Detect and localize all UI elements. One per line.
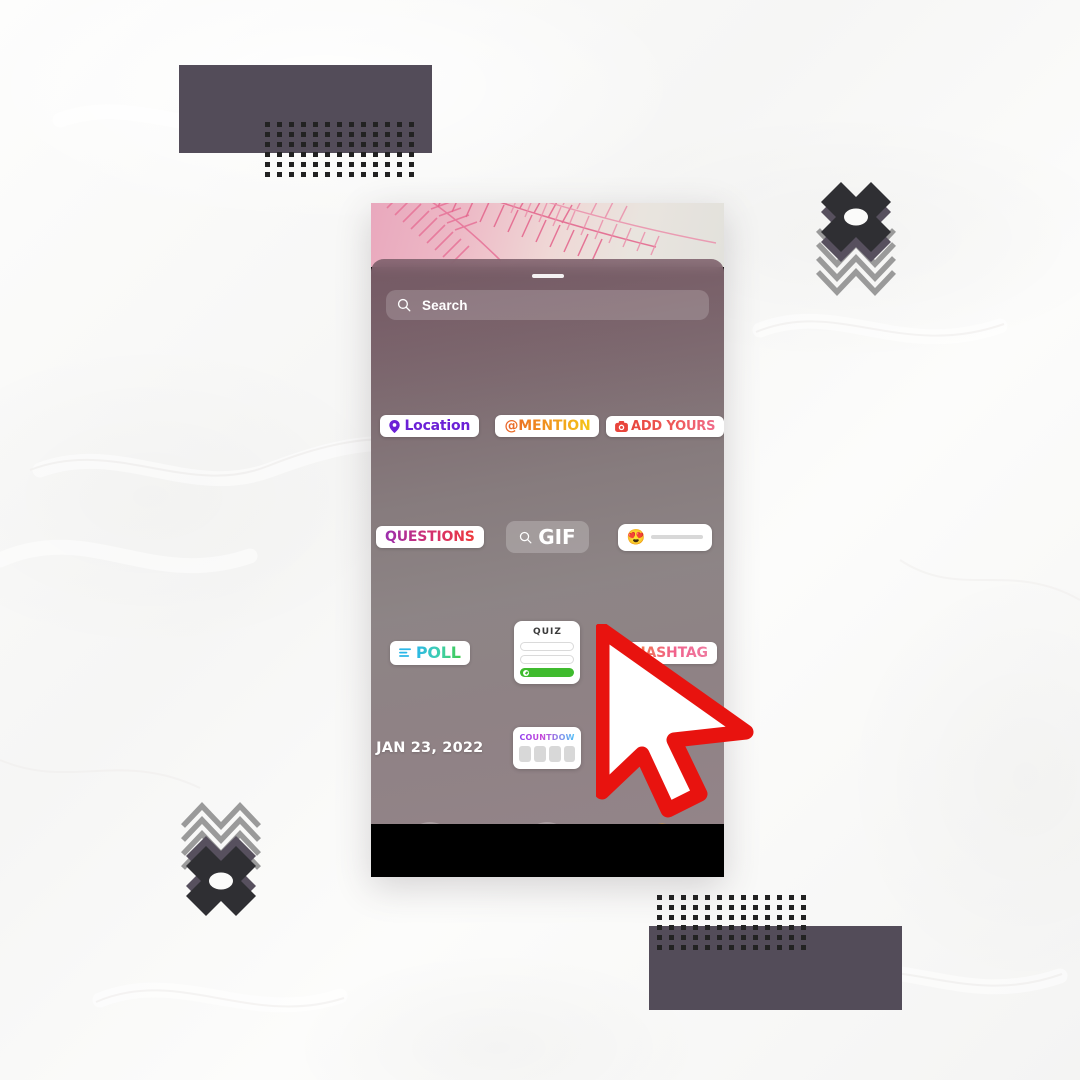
sticker-cell: JAN 23, 2022 <box>371 740 489 756</box>
check-icon <box>523 669 530 676</box>
sticker-mention[interactable]: @MENTION <box>495 415 600 437</box>
sticker-row-3: POLL QUIZ #HASHTAG <box>371 621 724 684</box>
countdown-digit-box <box>548 746 561 762</box>
countdown-digit-boxes <box>519 746 576 762</box>
sticker-cell: @MENTION <box>489 415 607 437</box>
sticker-row-4: JAN 23, 2022 COUNTDOWN <box>371 727 724 769</box>
sticker-cell: POLL <box>371 640 489 665</box>
canvas: Search Location @MENTION ADD YOURS QUEST… <box>0 0 1080 1080</box>
sticker-row-2: QUESTIONS GIF 😍 <box>371 521 724 553</box>
decor-dot-grid-top-left <box>265 122 414 177</box>
sticker-questions-label: QUESTIONS <box>385 529 475 545</box>
emoji-slider-track[interactable] <box>651 535 704 539</box>
heart-eyes-emoji-icon: 😍 <box>626 528 646 546</box>
sticker-quiz[interactable]: QUIZ <box>514 621 581 684</box>
decor-zigzag-x-top-right <box>816 182 896 296</box>
poll-bars-icon <box>398 648 411 657</box>
sticker-emoji-slider[interactable]: 😍 <box>617 523 713 551</box>
sticker-mention-label: @MENTION <box>504 418 591 434</box>
sticker-gif-label: GIF <box>538 525 576 549</box>
sticker-tray-sheet: Search Location @MENTION ADD YOURS QUEST… <box>371 259 724 869</box>
sticker-quiz-title: QUIZ <box>533 627 562 637</box>
countdown-digit-box <box>534 746 546 762</box>
quiz-option-row[interactable] <box>520 642 575 651</box>
sticker-add-yours[interactable]: ADD YOURS <box>605 415 724 437</box>
search-icon <box>397 298 411 312</box>
sticker-poll-label: POLL <box>415 642 461 662</box>
search-icon <box>520 531 532 543</box>
quiz-option-row[interactable] <box>520 655 575 664</box>
sticker-location-label: Location <box>404 418 471 434</box>
camera-icon <box>615 420 628 432</box>
sticker-hashtag-label: #HASHTAG <box>622 644 708 661</box>
sticker-cell: GIF <box>489 521 607 553</box>
sticker-countdown[interactable]: COUNTDOWN <box>513 727 582 769</box>
countdown-digit-box <box>519 746 532 762</box>
sticker-cell: COUNTDOWN <box>489 727 607 769</box>
decor-zigzag-x-bottom-left <box>181 802 261 916</box>
countdown-digit-box <box>563 746 576 762</box>
search-placeholder-text: Search <box>422 297 468 313</box>
sticker-row-1: Location @MENTION ADD YOURS <box>371 415 724 437</box>
location-pin-icon <box>389 419 401 433</box>
decor-dot-grid-bottom-right <box>657 895 806 950</box>
sticker-cell: ADD YOURS <box>605 415 724 437</box>
sticker-cell: 😍 <box>606 523 724 551</box>
sticker-countdown-title: COUNTDOWN <box>519 733 582 742</box>
phone-screenshot: Search Location @MENTION ADD YOURS QUEST… <box>371 203 724 877</box>
sticker-cell: #HASHTAG <box>606 641 724 664</box>
phone-black-bottom-bar <box>371 824 724 877</box>
search-input[interactable]: Search <box>386 290 709 320</box>
sticker-add-yours-label: ADD YOURS <box>630 418 716 434</box>
sticker-cell: Location <box>371 415 489 437</box>
palm-frond-icon <box>510 203 717 256</box>
story-background-photo <box>371 203 724 267</box>
sticker-cell: QUESTIONS <box>371 526 489 548</box>
quiz-correct-option-row[interactable] <box>520 668 575 677</box>
sticker-cell: QUIZ <box>489 621 607 684</box>
sticker-hashtag[interactable]: #HASHTAG <box>613 641 717 664</box>
sticker-date[interactable]: JAN 23, 2022 <box>376 740 483 756</box>
sticker-gif[interactable]: GIF <box>506 521 589 553</box>
sticker-location[interactable]: Location <box>380 415 480 437</box>
sticker-questions[interactable]: QUESTIONS <box>376 526 484 548</box>
sheet-grabber-handle[interactable] <box>531 274 564 278</box>
sticker-poll[interactable]: POLL <box>389 640 470 665</box>
